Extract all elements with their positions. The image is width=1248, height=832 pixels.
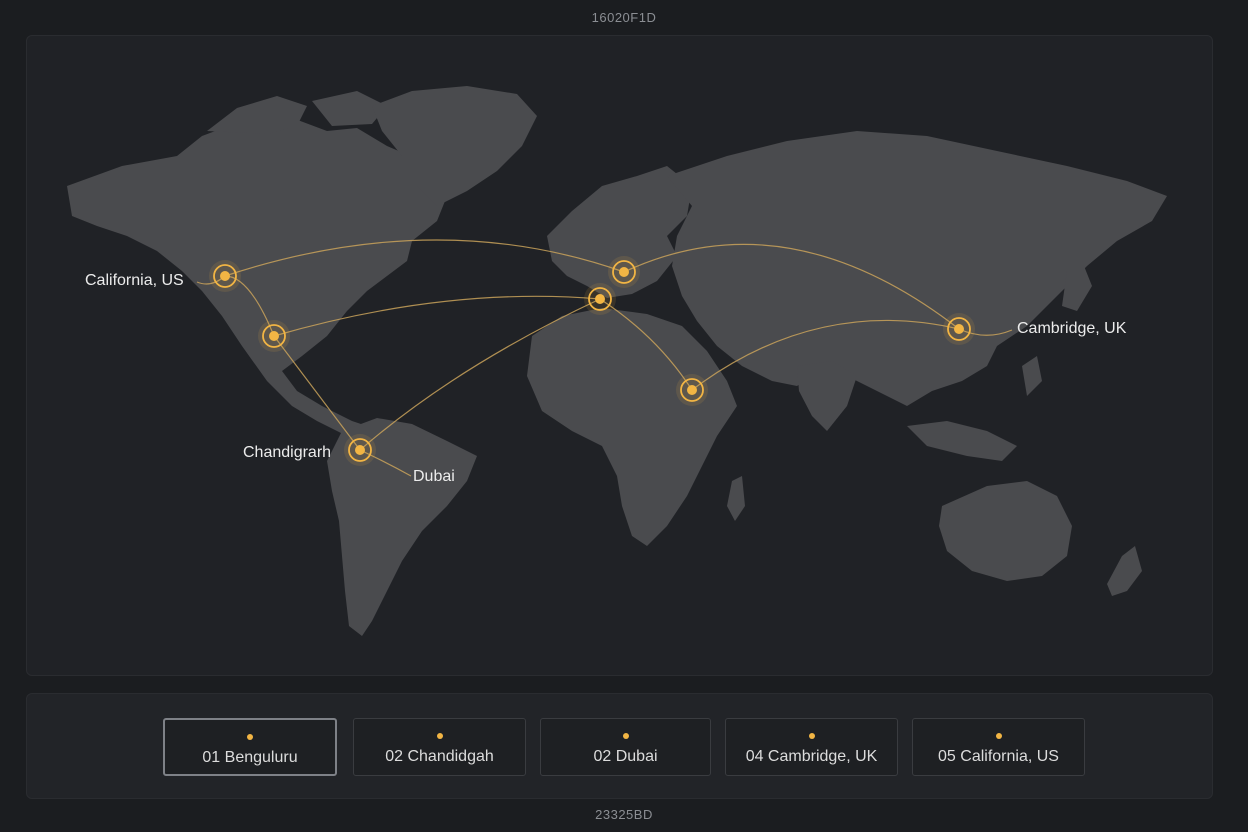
location-marker-icon[interactable] (344, 434, 376, 466)
header-code: 16020F1D (591, 10, 657, 25)
location-marker-icon[interactable] (608, 256, 640, 288)
landmass-africa (527, 308, 737, 546)
tab-label: 04 Cambridge, UK (745, 748, 878, 765)
location-dot-icon (622, 733, 629, 739)
tab-location-3[interactable]: 02 Dubai (540, 718, 711, 776)
location-marker-icon[interactable] (943, 313, 975, 345)
map-label-california: California, US (85, 272, 184, 289)
landmass-new-zealand (1107, 546, 1142, 596)
tab-location-2[interactable]: 02 Chandidgah (353, 718, 526, 776)
location-dot-icon (808, 733, 815, 739)
location-marker-icon[interactable] (584, 283, 616, 315)
footer-code: 23325BD (595, 807, 653, 822)
map-label-cambridge: Cambridge, UK (1017, 320, 1127, 337)
tab-label: 02 Chandidgah (385, 748, 494, 765)
location-dot-icon (436, 733, 443, 739)
location-marker-icon[interactable] (258, 320, 290, 352)
map-label-dubai: Dubai (413, 468, 455, 485)
location-marker-icon[interactable] (676, 374, 708, 406)
landmass-asia (667, 131, 1167, 406)
tab-label: 02 Dubai (593, 748, 658, 765)
tab-location-1[interactable]: 01 Benguluru (163, 718, 337, 776)
landmass-india (797, 361, 857, 431)
world-map-panel: California, US Cambridge, UK Chandigrarh… (26, 35, 1213, 676)
tab-label: 01 Benguluru (202, 749, 298, 766)
world-map (67, 86, 1167, 636)
landmass-australia (939, 481, 1072, 581)
location-dot-icon (247, 734, 253, 740)
location-marker-icon[interactable] (209, 260, 241, 292)
tab-location-5[interactable]: 05 California, US (912, 718, 1085, 776)
tab-location-4[interactable]: 04 Cambridge, UK (725, 718, 898, 776)
landmass-madagascar (727, 476, 745, 521)
location-tabs-panel: 01 Benguluru 02 Chandidgah 02 Dubai 04 C… (26, 693, 1213, 799)
location-dot-icon (995, 733, 1002, 739)
map-label-chandigarh: Chandigrarh (243, 444, 332, 461)
tab-label: 05 California, US (938, 748, 1059, 765)
